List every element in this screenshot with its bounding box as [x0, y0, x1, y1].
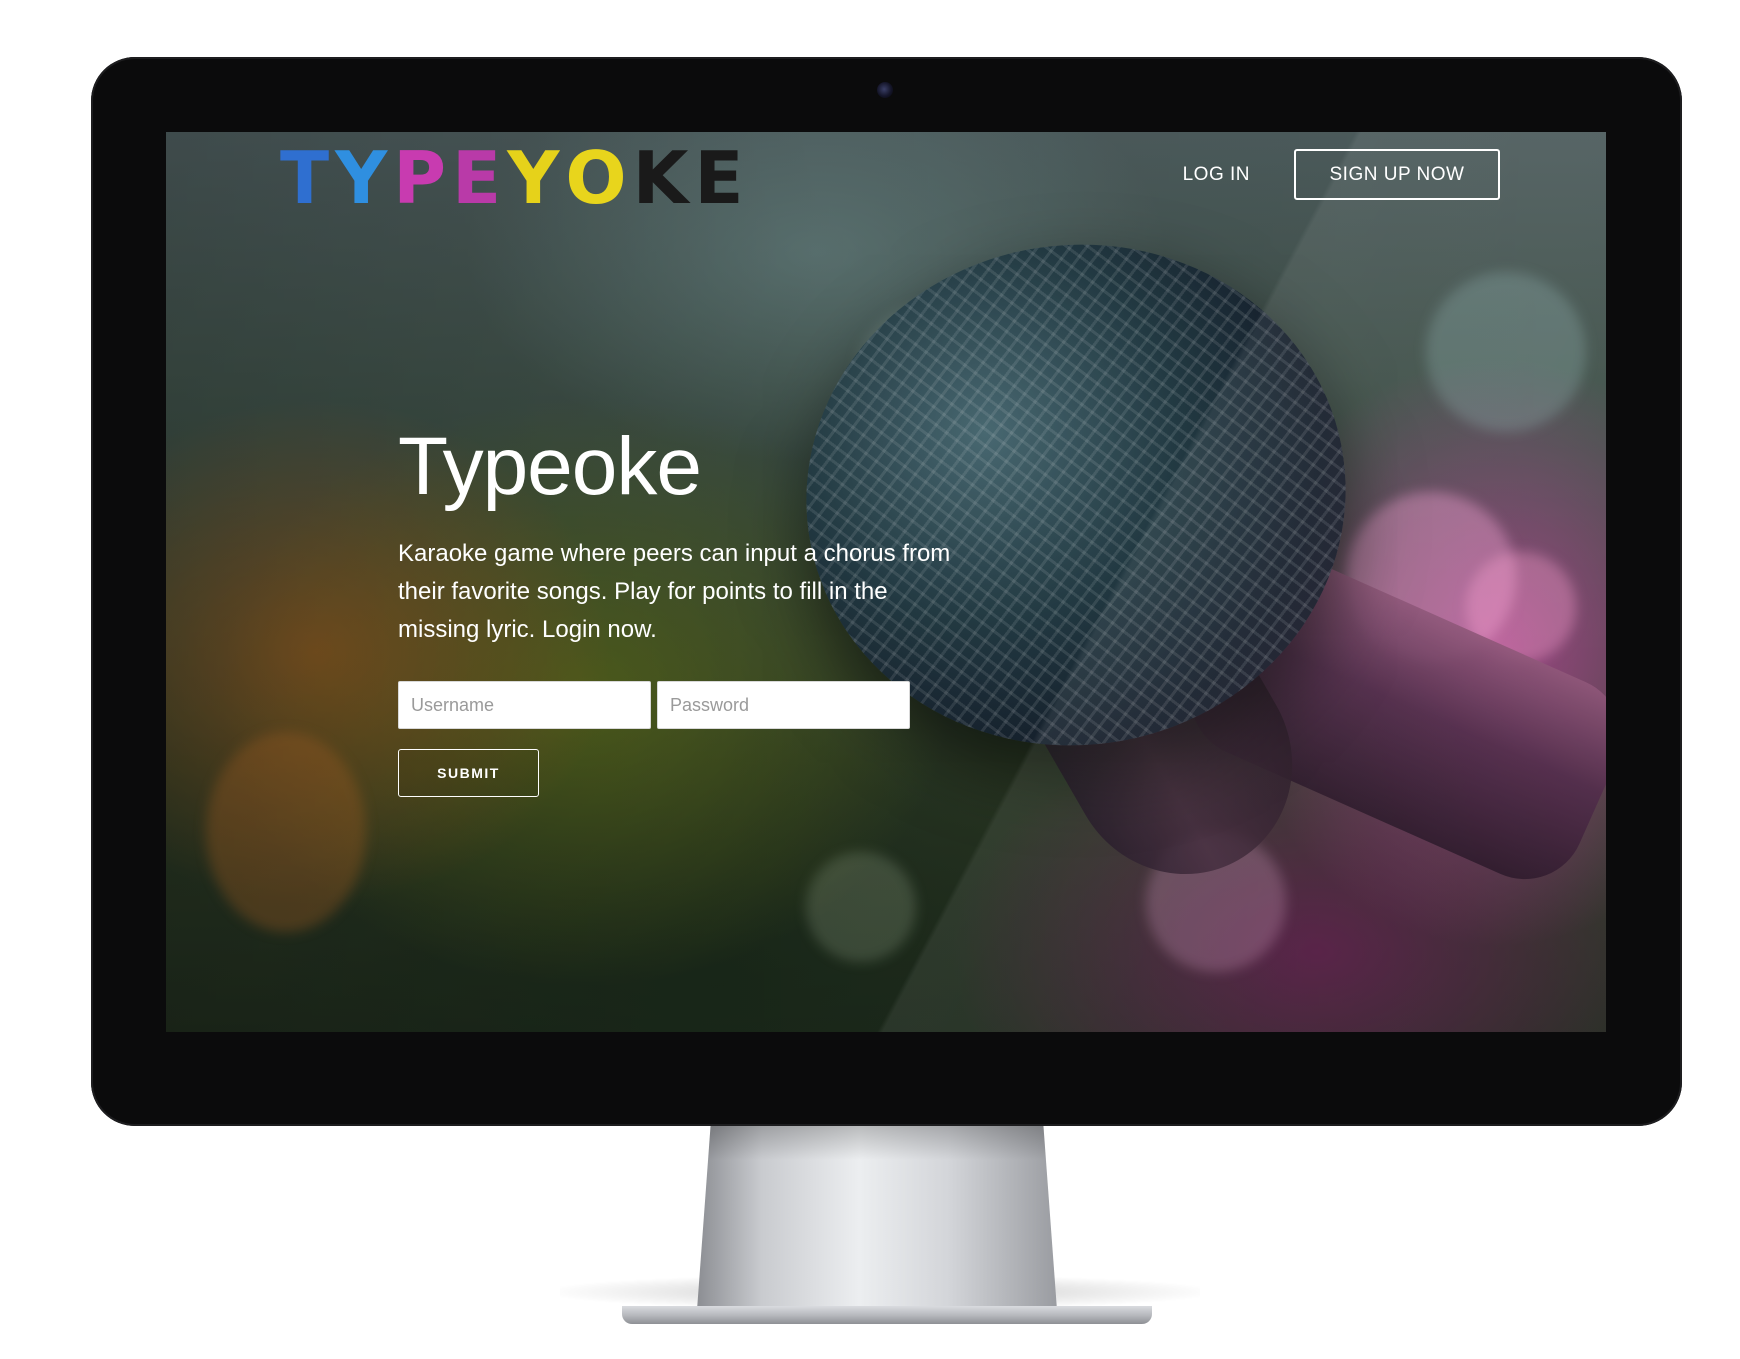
logo-letter: O	[565, 136, 629, 220]
top-nav: LOG IN SIGN UP NOW	[1183, 149, 1500, 200]
username-input[interactable]	[398, 681, 651, 729]
hero-description: Karaoke game where peers can input a cho…	[398, 540, 951, 643]
submit-button[interactable]: SUBMIT	[398, 749, 539, 797]
webcam-icon	[877, 82, 893, 98]
password-input[interactable]	[657, 681, 910, 729]
logo-letter: P	[393, 136, 449, 220]
signup-button[interactable]: SIGN UP NOW	[1294, 149, 1500, 200]
login-link[interactable]: LOG IN	[1183, 164, 1250, 186]
typeoke-logo[interactable]: T Y P E Y O K E	[280, 142, 746, 214]
logo-letter: E	[452, 136, 504, 220]
hero-section: Typeoke Karaoke game where peers can inp…	[398, 417, 958, 797]
logo-letter: T	[280, 136, 332, 220]
monitor-stand-base	[622, 1306, 1152, 1324]
logo-letter: Y	[335, 136, 390, 220]
logo-letter: E	[694, 136, 746, 220]
hero-title: Typeoke	[398, 421, 702, 512]
website-screen: T Y P E Y O K E LOG IN SIGN UP NOW Typeo…	[166, 132, 1606, 1032]
monitor-stand	[697, 1120, 1057, 1310]
login-form	[398, 681, 958, 729]
logo-letter: Y	[507, 136, 562, 220]
logo-letter: K	[632, 136, 691, 220]
